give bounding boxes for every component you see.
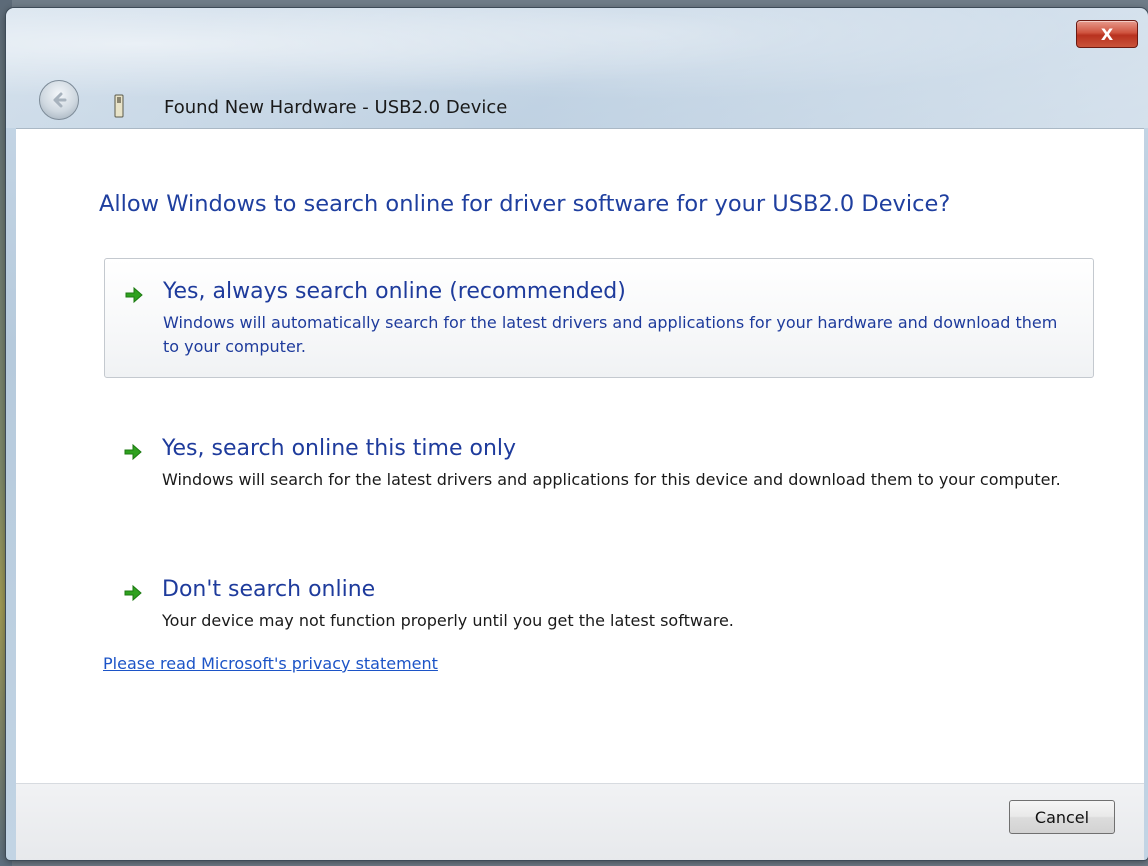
option-title: Yes, search online this time only (162, 436, 517, 461)
option-description: Windows will automatically search for th… (163, 313, 1058, 356)
privacy-statement-link[interactable]: Please read Microsoft's privacy statemen… (103, 654, 438, 673)
green-arrow-icon (125, 286, 143, 304)
dialog-footer: Cancel (16, 783, 1144, 860)
dialog-heading: Allow Windows to search online for drive… (99, 191, 951, 217)
window-title: Found New Hardware - USB2.0 Device (164, 97, 508, 118)
usb-device-icon (114, 94, 124, 118)
back-button[interactable] (39, 80, 79, 120)
option-description: Windows will search for the latest drive… (162, 470, 1061, 489)
close-icon: X (1100, 24, 1114, 44)
option-description: Your device may not function properly un… (162, 611, 734, 630)
option-search-once[interactable]: Yes, search online this time only Window… (104, 416, 1094, 510)
close-button[interactable]: X (1076, 20, 1138, 48)
option-always-search[interactable]: Yes, always search online (recommended) … (104, 258, 1094, 378)
green-arrow-icon (124, 584, 142, 602)
option-title: Yes, always search online (recommended) (163, 279, 626, 304)
back-arrow-icon (53, 92, 67, 108)
dialog-window: X Found New Hardware - USB2.0 Device All… (6, 8, 1148, 860)
option-dont-search[interactable]: Don't search online Your device may not … (104, 557, 1094, 651)
dialog-content: Allow Windows to search online for drive… (16, 128, 1144, 784)
option-title: Don't search online (162, 577, 376, 602)
green-arrow-icon (124, 443, 142, 461)
cancel-button[interactable]: Cancel (1009, 800, 1115, 834)
